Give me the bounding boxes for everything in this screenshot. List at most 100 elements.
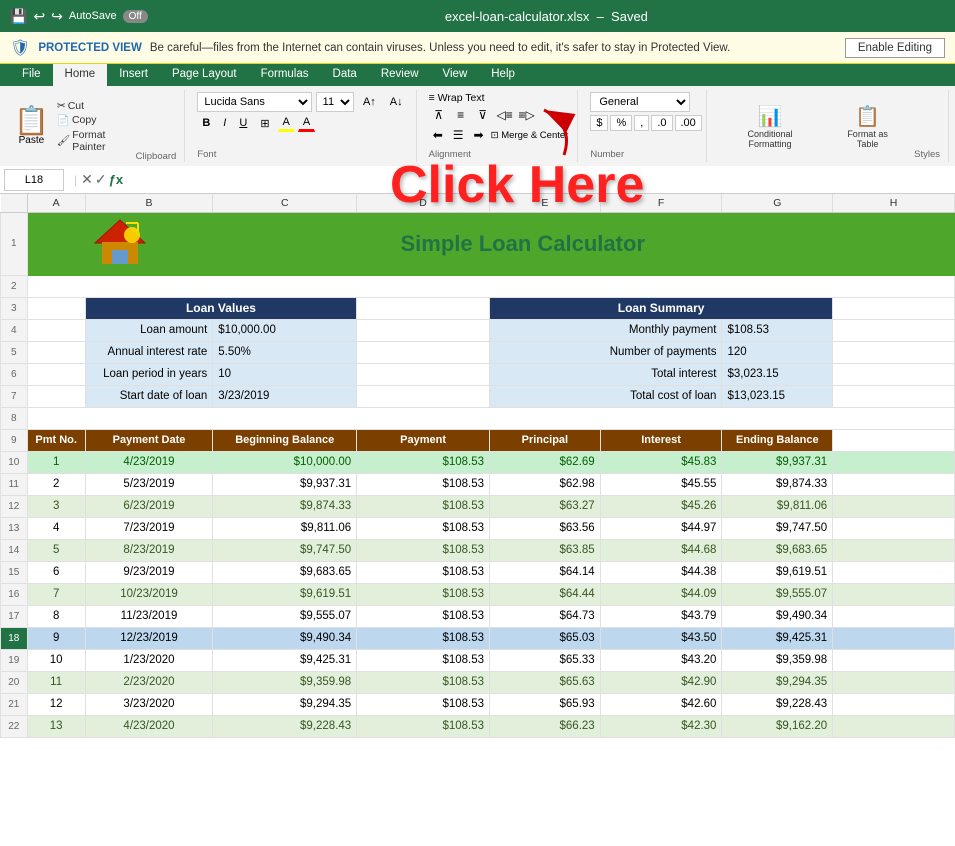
row-num-16: 16 [1, 583, 28, 605]
col-header-h[interactable]: H [833, 194, 955, 212]
format-painter-button[interactable]: 🖌 Format Painter [57, 129, 136, 153]
bold-button[interactable]: B [197, 115, 215, 131]
wrap-text-button[interactable]: ≡ Wrap Text [429, 92, 570, 104]
table-row: 12 3 6/23/2019 $9,874.33 $108.53 $63.27 … [1, 495, 955, 517]
autosave-label: AutoSave [69, 10, 117, 22]
col-header-b[interactable]: B [85, 194, 213, 212]
house-logo-icon [90, 215, 150, 270]
font-size-select[interactable]: 11 [316, 92, 354, 112]
table-row: 14 5 8/23/2019 $9,747.50 $108.53 $63.85 … [1, 539, 955, 561]
confirm-formula-icon[interactable]: ✓ [95, 171, 107, 188]
tab-insert[interactable]: Insert [107, 64, 160, 86]
fill-color-button[interactable]: A [278, 114, 295, 132]
table-row: 18 9 12/23/2019 $9,490.34 $108.53 $65.03… [1, 627, 955, 649]
formula-bar: L18 | ✕ ✓ ƒx [0, 166, 955, 194]
tab-help[interactable]: Help [479, 64, 527, 86]
autosave-toggle[interactable]: Off [123, 10, 148, 23]
align-top-left-button[interactable]: ⊼ [429, 106, 449, 124]
save-icon[interactable]: 💾 [10, 8, 27, 25]
align-right-button[interactable]: ➡ [469, 126, 487, 144]
copy-button[interactable]: 📄 Copy [57, 114, 136, 127]
col-header-d[interactable]: D [357, 194, 490, 212]
row-num-9: 9 [1, 429, 28, 451]
undo-icon[interactable]: ↩ [33, 8, 45, 25]
table-row: 4 Loan amount $10,000.00 Monthly payment… [1, 319, 955, 341]
redo-icon[interactable]: ↪ [51, 8, 63, 25]
alignment-group-label: Alignment [429, 149, 570, 160]
formula-input[interactable] [131, 172, 951, 188]
tab-review[interactable]: Review [369, 64, 431, 86]
ribbon-tabs-bar: File Home Insert Page Layout Formulas Da… [0, 64, 955, 86]
align-top-right-button[interactable]: ⊽ [473, 106, 493, 124]
conditional-formatting-button[interactable]: 📊 Conditional Formatting [719, 100, 821, 153]
row-num-5: 5 [1, 341, 28, 363]
app-container: 💾 ↩ ↪ AutoSave Off excel-loan-calculator… [0, 0, 955, 738]
clipboard-group: 📋 Paste ✂ Cut 📄 Copy 🖌 Format Painter Cl… [6, 90, 185, 162]
align-top-center-button[interactable]: ≡ [451, 106, 471, 124]
cancel-formula-icon[interactable]: ✕ [81, 171, 93, 188]
table-row: 16 7 10/23/2019 $9,619.51 $108.53 $64.44… [1, 583, 955, 605]
decrease-decimal-button[interactable]: .0 [651, 115, 672, 131]
increase-decimal-button[interactable]: .00 [675, 115, 702, 131]
title-bar: 💾 ↩ ↪ AutoSave Off excel-loan-calculator… [0, 0, 955, 32]
table-row: 10 1 4/23/2019 $10,000.00 $108.53 $62.69… [1, 451, 955, 473]
protected-view-label: PROTECTED VIEW [38, 42, 142, 54]
table-row: 2 [1, 275, 955, 297]
italic-button[interactable]: I [218, 115, 231, 131]
enable-editing-button[interactable]: Enable Editing [845, 38, 945, 58]
row-num-8: 8 [1, 407, 28, 429]
column-header-row: A B C D E F G H [1, 194, 955, 212]
comma-button[interactable]: , [634, 115, 649, 131]
underline-button[interactable]: U [234, 115, 252, 131]
format-table-icon: 📋 [855, 104, 880, 129]
tab-file[interactable]: File [10, 64, 53, 86]
tab-data[interactable]: Data [321, 64, 369, 86]
copy-icon: 📄 [57, 114, 70, 127]
row-num-4: 4 [1, 319, 28, 341]
col-header-a[interactable]: A [27, 194, 85, 212]
increase-font-button[interactable]: A↑ [358, 94, 381, 110]
window-title: excel-loan-calculator.xlsx – Saved [148, 9, 945, 24]
font-color-button[interactable]: A [298, 114, 315, 132]
align-left-button[interactable]: ⬅ [429, 126, 447, 144]
row-num-3: 3 [1, 297, 28, 319]
row-num-17: 17 [1, 605, 28, 627]
decrease-font-button[interactable]: A↓ [385, 94, 408, 110]
table-row: 5 Annual interest rate 5.50% Number of p… [1, 341, 955, 363]
tab-page-layout[interactable]: Page Layout [160, 64, 249, 86]
dollar-button[interactable]: $ [590, 115, 608, 131]
tab-formulas[interactable]: Formulas [249, 64, 321, 86]
table-row: 20 11 2/23/2020 $9,359.98 $108.53 $65.63… [1, 671, 955, 693]
cut-button[interactable]: ✂ Cut [57, 100, 136, 112]
insert-function-icon[interactable]: ƒx [109, 172, 123, 187]
row-num-10: 10 [1, 451, 28, 473]
clipboard-group-label: Clipboard [136, 149, 177, 162]
paste-button[interactable]: 📋 Paste [6, 90, 57, 162]
merge-center-button[interactable]: ⊡ Merge & Center [490, 126, 570, 144]
col-header-e[interactable]: E [490, 194, 601, 212]
format-painter-label: Format Painter [72, 129, 135, 153]
number-format-select[interactable]: General [590, 92, 690, 112]
spreadsheet-title-cell: Simple Loan Calculator [213, 212, 833, 275]
tab-home[interactable]: Home [53, 64, 108, 86]
border-button[interactable]: ⊞ [255, 115, 274, 132]
tab-view[interactable]: View [431, 64, 480, 86]
col-header-c[interactable]: C [213, 194, 357, 212]
row-num-14: 14 [1, 539, 28, 561]
format-as-table-button[interactable]: 📋 Format as Table [829, 100, 906, 153]
indent-decrease-button[interactable]: ◁≡ [495, 106, 515, 124]
table-row: 7 Start date of loan 3/23/2019 Total cos… [1, 385, 955, 407]
corner-cell [1, 194, 28, 212]
protected-view-message: Be careful—files from the Internet can c… [150, 42, 837, 54]
font-name-select[interactable]: Lucida Sans [197, 92, 311, 112]
align-center-button[interactable]: ☰ [449, 126, 467, 144]
conditional-formatting-label: Conditional Formatting [727, 129, 813, 149]
col-header-f[interactable]: F [600, 194, 722, 212]
cell-reference-input[interactable]: L18 [4, 169, 64, 191]
table-row: 8 [1, 407, 955, 429]
row-num-20: 20 [1, 671, 28, 693]
col-header-g[interactable]: G [722, 194, 833, 212]
indent-increase-button[interactable]: ≡▷ [517, 106, 537, 124]
row-num-21: 21 [1, 693, 28, 715]
percent-button[interactable]: % [610, 115, 632, 131]
